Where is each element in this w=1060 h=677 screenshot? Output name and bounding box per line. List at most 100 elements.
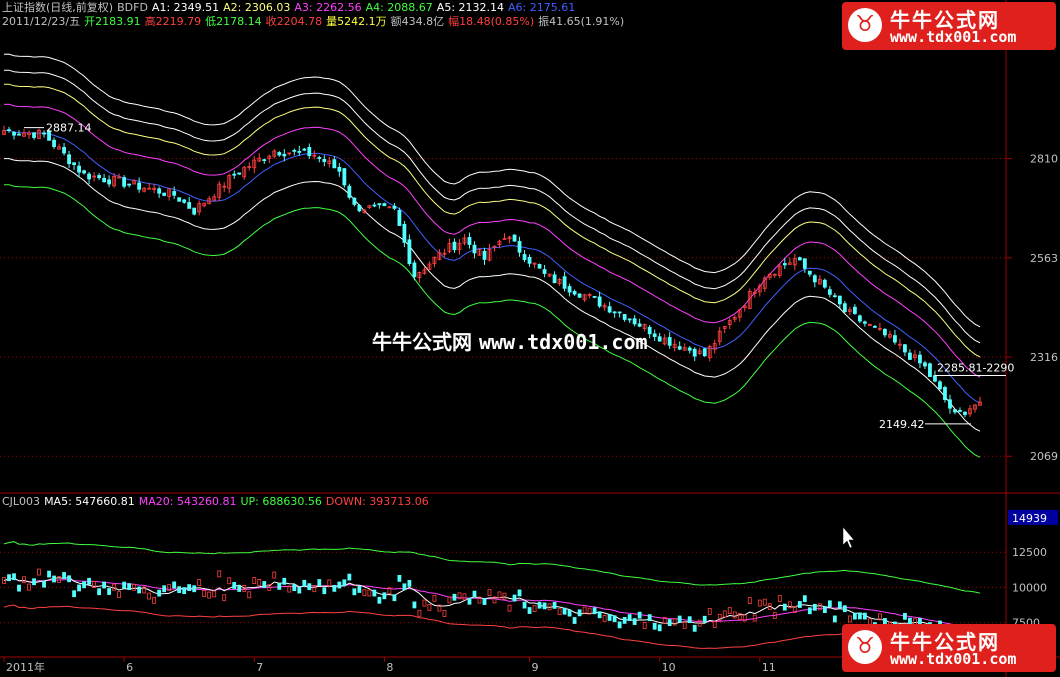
volume-tick-label: 12500 bbox=[1012, 546, 1047, 559]
candle-body bbox=[377, 203, 382, 206]
volume-bar bbox=[582, 606, 587, 614]
volume-bar bbox=[497, 591, 502, 599]
volume-bar bbox=[822, 606, 827, 613]
watermark-url: www.tdx001.com bbox=[890, 650, 1017, 668]
candle-body bbox=[382, 203, 387, 207]
candle-body bbox=[948, 399, 952, 409]
volume-bar bbox=[562, 607, 567, 615]
price-header-item: A2: 2306.03 bbox=[223, 1, 291, 14]
volume-bar bbox=[682, 621, 687, 629]
volume-bar bbox=[112, 583, 117, 591]
candle-body bbox=[918, 354, 922, 364]
volume-bar bbox=[32, 578, 36, 586]
volume-bar bbox=[687, 616, 692, 624]
volume-bar bbox=[147, 592, 152, 600]
candle-body bbox=[522, 254, 527, 260]
volume-bar bbox=[307, 583, 312, 591]
candle-body bbox=[667, 337, 672, 346]
indicator-header: CJL003 MA5: 547660.81 MA20: 543260.81 UP: 6… bbox=[2, 495, 433, 508]
date-tick-label: 2011年 bbox=[6, 660, 45, 674]
candle-body bbox=[617, 311, 622, 314]
volume-bar bbox=[87, 577, 91, 585]
center-watermark: 牛牛公式网 www.tdx001.com bbox=[372, 326, 648, 355]
date-tick-label: 10 bbox=[662, 661, 676, 674]
volume-bar bbox=[322, 587, 327, 595]
price-header: 上证指数(日线,前复权) BDFD A1: 2349.51 A2: 2306.03 A3… bbox=[2, 1, 579, 14]
volume-bar bbox=[302, 579, 307, 587]
candle-body bbox=[12, 131, 16, 136]
candle-body bbox=[317, 157, 322, 159]
volume-bar bbox=[842, 605, 847, 613]
candle-body bbox=[612, 311, 617, 314]
candle-body bbox=[177, 197, 182, 202]
candle-body bbox=[62, 147, 66, 154]
volume-bar bbox=[602, 614, 607, 622]
volume-bar bbox=[372, 589, 377, 597]
volume-bar bbox=[557, 608, 562, 616]
candle-body bbox=[452, 241, 457, 251]
annotation-label: 2887.14 bbox=[46, 122, 91, 135]
candle-body bbox=[192, 207, 197, 215]
candle-body bbox=[652, 333, 657, 337]
quote-header-item: 收2204.78 bbox=[265, 15, 323, 28]
volume-bar bbox=[702, 615, 707, 623]
candle-body bbox=[933, 375, 937, 382]
candle-body bbox=[347, 185, 352, 198]
volume-bar bbox=[522, 601, 527, 609]
volume-bar bbox=[417, 609, 422, 617]
candle-body bbox=[472, 244, 477, 254]
volume-bar bbox=[597, 611, 602, 619]
candle-body bbox=[262, 159, 267, 161]
candle-body bbox=[622, 314, 627, 320]
current-volume-label: 14939 bbox=[1012, 512, 1047, 525]
candle-body bbox=[797, 257, 802, 261]
volume-bar bbox=[642, 622, 647, 629]
volume-bar bbox=[452, 593, 457, 601]
volume-bar bbox=[17, 584, 21, 592]
date-tick-label: 6 bbox=[126, 661, 133, 674]
candle-body bbox=[392, 205, 397, 209]
date-tick-label: 7 bbox=[256, 661, 263, 674]
candle-body bbox=[512, 234, 517, 242]
volume-bar bbox=[472, 590, 477, 598]
date-tick-label: 11 bbox=[762, 661, 776, 674]
volume-bar bbox=[732, 611, 737, 619]
volume-bar bbox=[507, 604, 512, 612]
candle-body bbox=[802, 258, 807, 269]
candle-body bbox=[82, 170, 86, 174]
candle-body bbox=[908, 352, 912, 360]
quote-header-item: 振41.65(1.91%) bbox=[538, 15, 625, 28]
volume-bar bbox=[517, 589, 522, 597]
volume-bar bbox=[677, 615, 682, 623]
volume-bar bbox=[237, 585, 242, 592]
annotation-label: 2285.81-2290 bbox=[937, 361, 1014, 374]
volume-bar bbox=[262, 581, 267, 588]
candle-body bbox=[562, 276, 567, 289]
candle-body bbox=[122, 177, 127, 187]
volume-bar bbox=[117, 591, 122, 599]
volume-bar bbox=[512, 594, 517, 602]
volume-bar bbox=[532, 605, 537, 613]
band-green bbox=[3, 184, 981, 458]
volume-bar bbox=[777, 595, 782, 602]
volume-bar bbox=[462, 593, 467, 601]
mouse-cursor-icon bbox=[842, 526, 855, 549]
volume-bar bbox=[612, 615, 617, 623]
price-header-item: A5: 2132.14 bbox=[436, 1, 505, 14]
candle-body bbox=[607, 306, 612, 313]
candle-body bbox=[107, 179, 112, 185]
candle-body bbox=[923, 362, 927, 367]
volume-bar bbox=[392, 594, 397, 602]
volume-bar bbox=[192, 585, 197, 593]
candle-body bbox=[67, 154, 71, 165]
volume-bar bbox=[657, 624, 662, 632]
volume-bar bbox=[222, 594, 227, 602]
candle-body bbox=[237, 172, 242, 175]
volume-bar bbox=[357, 586, 362, 593]
volume-bar bbox=[487, 589, 492, 597]
quote-header-item: 量5242.1万 bbox=[326, 15, 387, 28]
volume-tick-label: 10000 bbox=[1012, 581, 1047, 594]
volume-bar bbox=[42, 580, 46, 588]
volume-bar bbox=[812, 603, 817, 611]
quote-header-item: 高2219.79 bbox=[144, 15, 202, 28]
